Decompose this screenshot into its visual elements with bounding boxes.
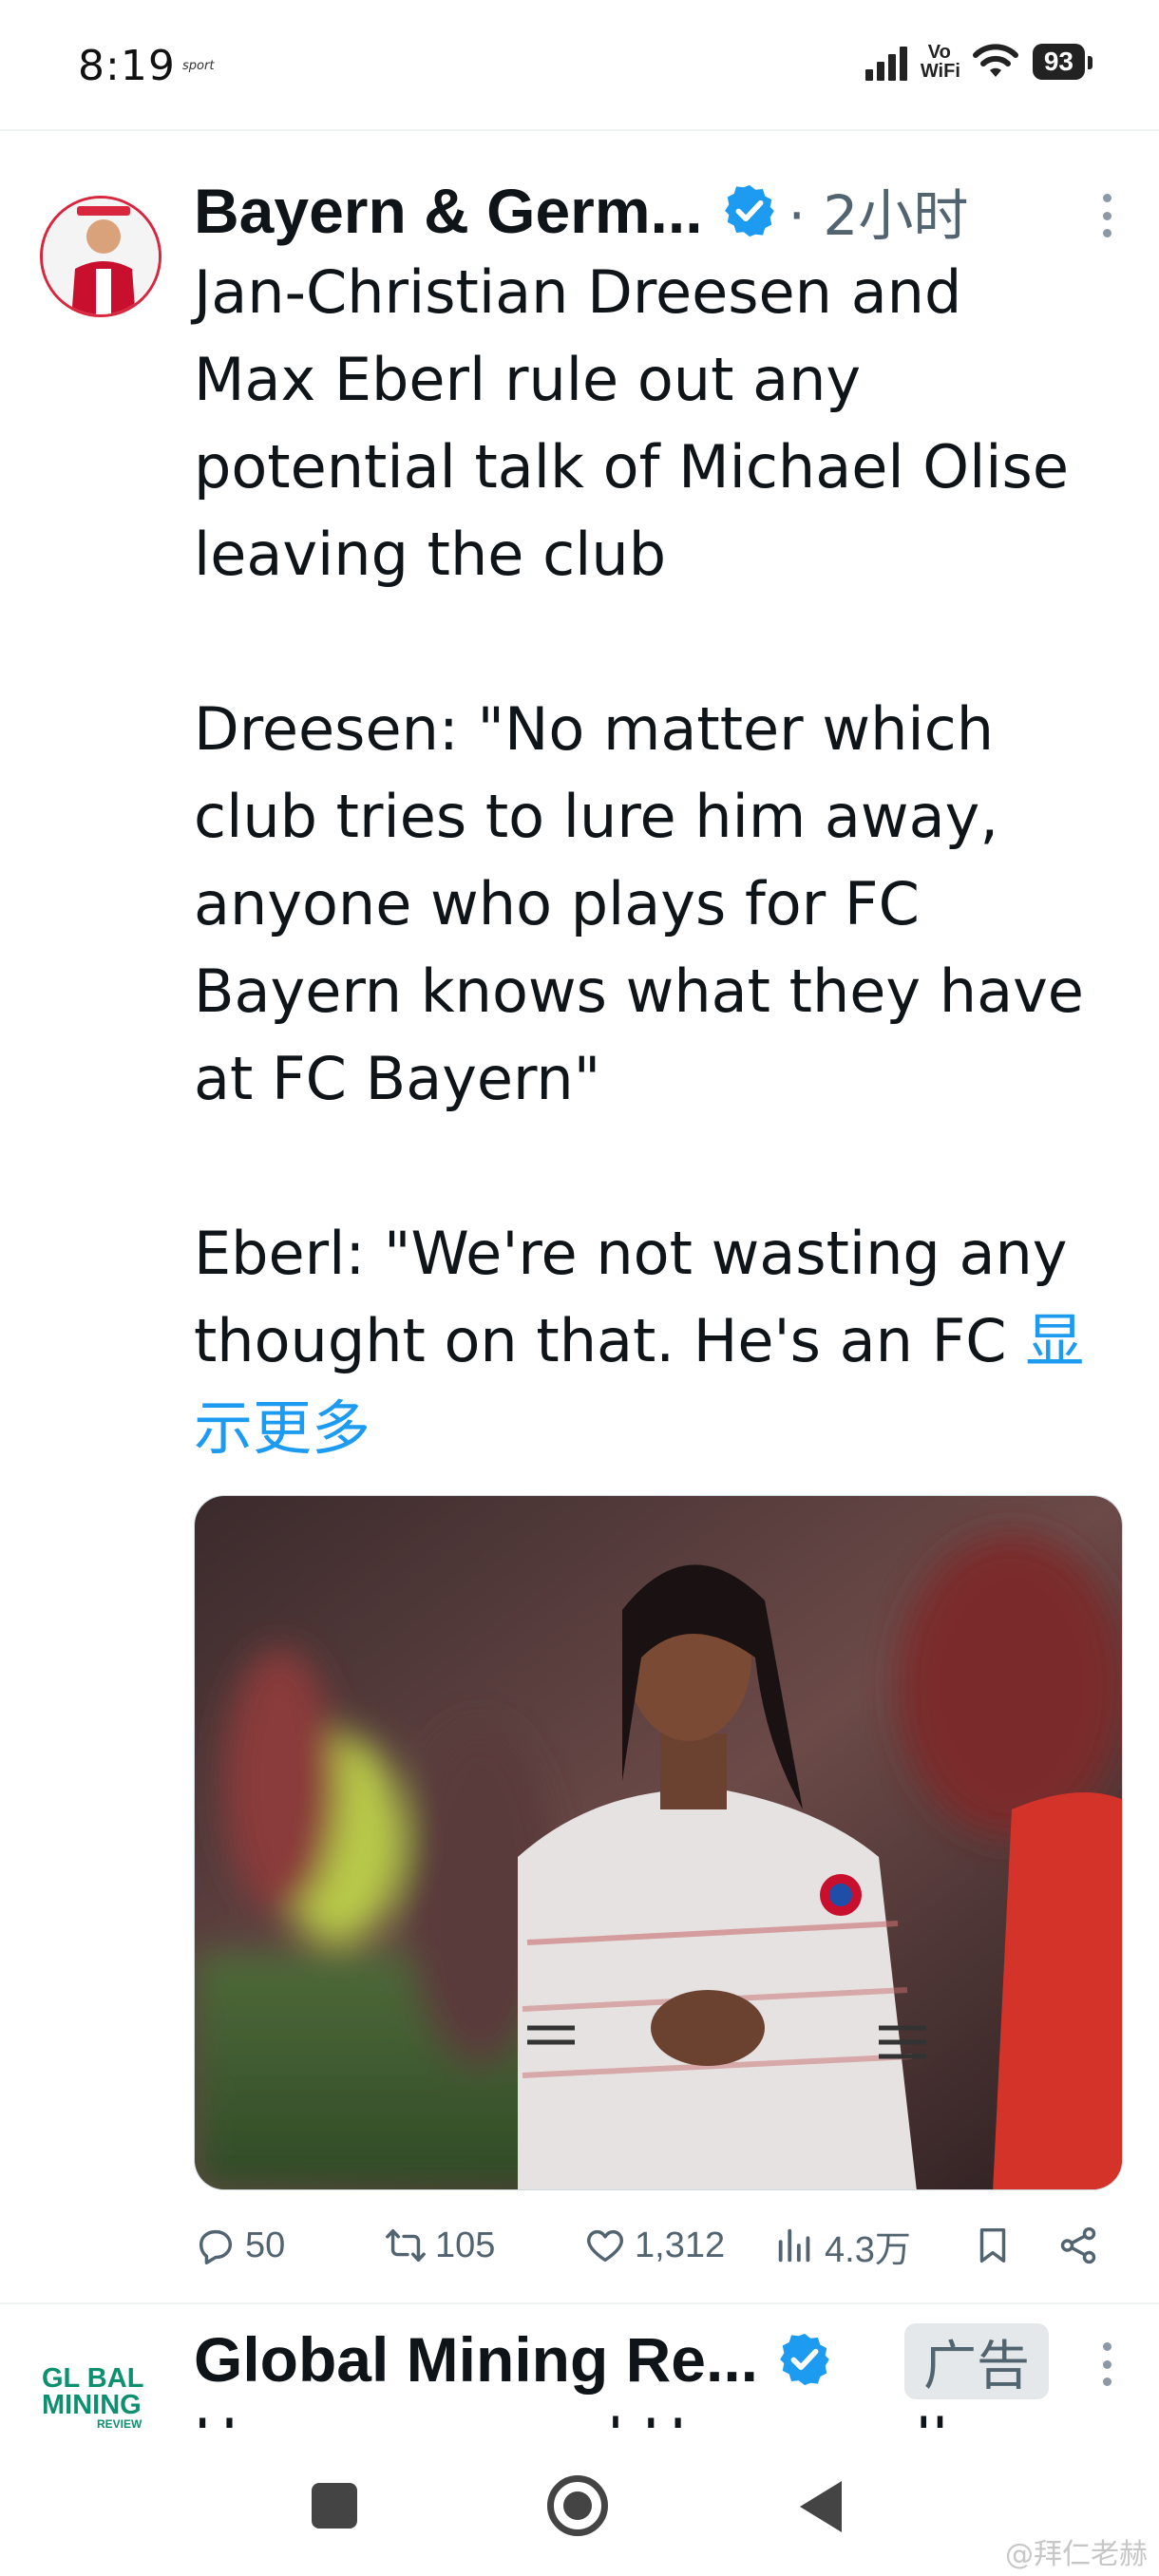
like-count: 1,312 (635, 2225, 726, 2265)
global-mining-review-logo[interactable]: GL BAL MINING REVIEW (42, 2363, 158, 2429)
status-bar: 8:19 sport Vo WiFi 93 (0, 0, 1159, 131)
like-button[interactable]: 1,312 (583, 2224, 725, 2267)
ad-text: Have you read Honeywell (194, 2397, 948, 2428)
views-count: 4.3万 (825, 2229, 911, 2270)
tweet-body: Jan-Christian Dreesen and Max Eberl rule… (194, 257, 1084, 1375)
reply-icon (199, 2229, 233, 2264)
vowifi-text: Vo WiFi (920, 42, 960, 82)
logo-line2: MINING (42, 2390, 142, 2420)
tweet-actions: 50 105 1,312 4.3万 (194, 2211, 1112, 2280)
logo-line3: REVIEW (97, 2417, 142, 2428)
tweet-time[interactable]: · 2小时 (788, 171, 969, 251)
ad-tweet[interactable]: GL BAL MINING REVIEW Global Mining Re...… (0, 2304, 1159, 2428)
recent-apps-button[interactable] (312, 2483, 357, 2529)
ad-header: Global Mining Re... (194, 2323, 834, 2396)
status-app-tag: sport (182, 59, 215, 73)
verified-badge-icon (780, 2333, 829, 2386)
reply-button[interactable]: 50 (194, 2224, 285, 2267)
tweet-header: Bayern & Germ... · 2小时 (194, 175, 1121, 248)
watermark: @拜仁老赫 (1005, 2538, 1148, 2571)
tweet-media[interactable] (194, 1495, 1123, 2190)
status-indicators: Vo WiFi 93 (864, 38, 1093, 85)
ad-badge: 广告 (904, 2323, 1049, 2399)
views-icon (778, 2228, 810, 2263)
battery-indicator: 93 (1032, 44, 1093, 80)
retweet-icon (386, 2228, 426, 2263)
logo-line1: GL BAL (42, 2363, 144, 2394)
more-options-icon[interactable] (1100, 194, 1113, 237)
heart-icon (587, 2229, 623, 2263)
status-time: 8:19 (78, 42, 176, 90)
share-button[interactable] (1056, 2224, 1100, 2267)
back-button[interactable] (800, 2481, 842, 2532)
home-button[interactable] (547, 2475, 608, 2536)
tweet[interactable]: Bayern & Germ... · 2小时 Jan-Christian Dre… (0, 154, 1159, 2302)
retweet-count: 105 (435, 2225, 496, 2265)
player-photo (195, 1496, 1122, 2189)
ad-author-name[interactable]: Global Mining Re... (194, 2323, 758, 2396)
views-button[interactable]: 4.3万 (773, 2220, 911, 2272)
tweet-text: Jan-Christian Dreesen and Max Eberl rule… (194, 249, 1125, 1472)
vowifi-label: Vo WiFi (920, 42, 960, 82)
share-icon (1060, 2226, 1096, 2264)
avatar[interactable] (40, 196, 162, 317)
reply-count: 50 (245, 2225, 286, 2265)
bookmark-button[interactable] (971, 2224, 1015, 2267)
signal-icon (864, 43, 907, 81)
avatar-image (43, 199, 159, 314)
retweet-button[interactable]: 105 (384, 2224, 495, 2267)
author-name[interactable]: Bayern & Germ... (194, 175, 703, 247)
wifi-icon (972, 44, 1018, 77)
system-nav-bar: @拜仁老赫 (0, 2428, 1159, 2576)
bookmark-icon (979, 2227, 1006, 2263)
more-options-icon[interactable] (1100, 2342, 1113, 2386)
verified-badge-icon (724, 184, 774, 237)
